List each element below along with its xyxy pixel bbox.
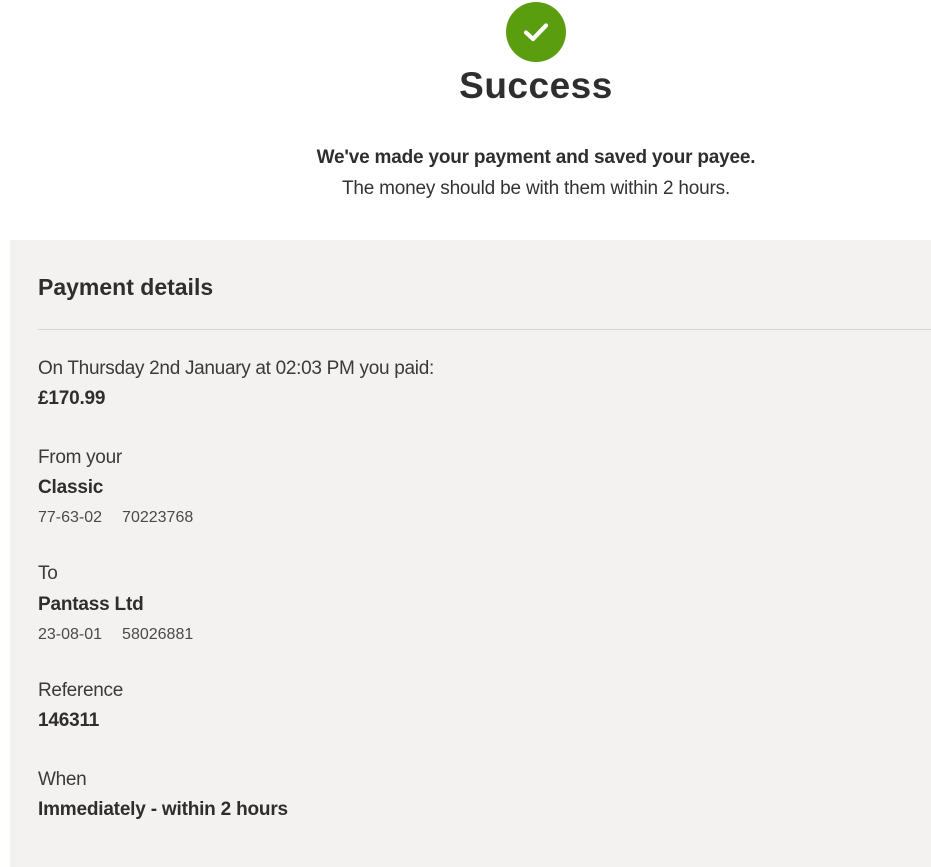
from-label: From your: [38, 447, 122, 468]
from-account-number: 70223768: [122, 509, 194, 526]
paid-label: On Thursday 2nd January at 02:03 PM you …: [38, 358, 434, 379]
to-sort-code: 23-08-01: [38, 626, 103, 643]
success-title: Success: [459, 65, 613, 106]
when-value: Immediately - within 2 hours: [38, 799, 288, 820]
paid-amount: £170.99: [38, 388, 106, 409]
success-checkmark-icon: [506, 2, 566, 62]
confirmation-message: We've made your payment and saved your p…: [316, 147, 756, 168]
to-payee-name: Pantass Ltd: [38, 594, 144, 615]
to-account-details: 23-08-01 58026881: [38, 624, 193, 646]
divider: [38, 329, 931, 330]
from-account-details: 77-63-02 70223768: [38, 507, 193, 529]
payment-details-panel: Payment details On Thursday 2nd January …: [10, 240, 931, 867]
to-label: To: [38, 563, 58, 584]
to-account-number: 58026881: [122, 626, 194, 643]
reference-value: 146311: [38, 710, 100, 731]
from-sort-code: 77-63-02: [38, 509, 103, 526]
timing-message: The money should be with them within 2 h…: [341, 178, 731, 199]
payment-details-title: Payment details: [38, 274, 214, 300]
from-account-name: Classic: [38, 477, 104, 498]
when-label: When: [38, 769, 87, 790]
checkmark-icon: [523, 23, 549, 42]
reference-label: Reference: [38, 680, 123, 701]
success-header: Success We've made your payment and save…: [0, 0, 931, 240]
